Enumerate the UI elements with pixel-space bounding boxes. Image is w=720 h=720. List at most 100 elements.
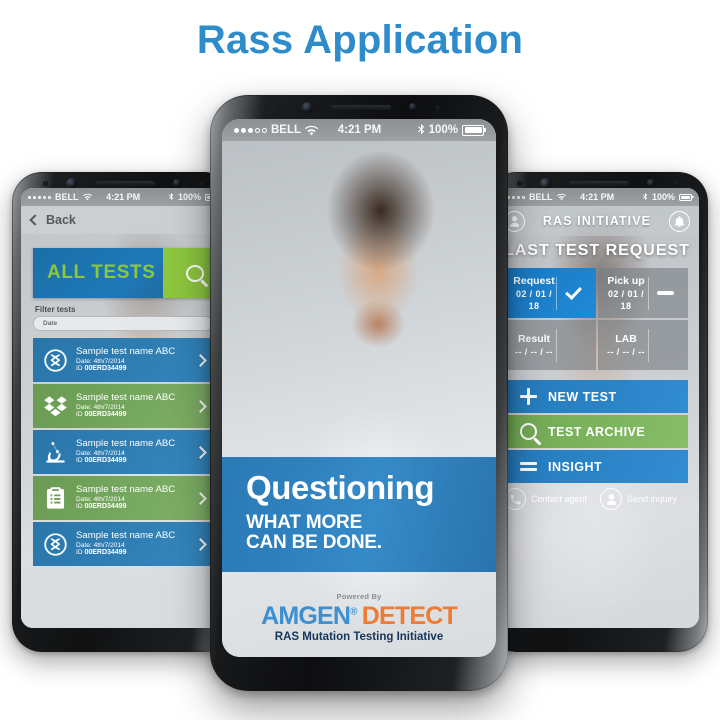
bell-icon[interactable]: [668, 210, 690, 232]
clock-label: 4:21 PM: [337, 124, 382, 136]
splash-headline-band: Questioning WHAT MORE CAN BE DONE.: [222, 457, 496, 572]
plus-icon: [514, 388, 542, 405]
last-test-grid: Request 02 / 01 / 18 Pick up 02 / 01 / 1…: [506, 268, 688, 370]
iris-scanner-icon: [646, 179, 655, 187]
clock-label: 4:21 PM: [580, 192, 615, 202]
sensor-dot-icon: [42, 180, 48, 186]
card-date: 02 / 01 / 18: [607, 288, 645, 312]
earpiece-speaker-icon: [94, 180, 155, 186]
front-camera-icon: [65, 177, 77, 189]
signal-strength-icon: [234, 127, 267, 133]
wifi-icon: [82, 193, 92, 201]
date-filter-value: Date: [43, 320, 58, 327]
test-name: Sample test name ABC: [76, 346, 176, 358]
date-filter-input[interactable]: Date: [33, 316, 213, 331]
status-card-result[interactable]: Result -- / -- / --: [506, 320, 596, 370]
card-label: Request: [513, 274, 555, 287]
status-card-pickup[interactable]: Pick up 02 / 01 / 18: [598, 268, 688, 318]
subheadline-line-2: CAN BE DONE.: [246, 532, 382, 554]
search-button[interactable]: [163, 248, 213, 298]
sensor-dot-icon: [278, 104, 284, 110]
battery-percent-label: 100%: [651, 192, 675, 202]
earpiece-speaker-icon: [330, 104, 391, 110]
list-item[interactable]: Sample test name ABC Date: 4th/7/2014 ID…: [33, 338, 213, 382]
chevron-right-icon: [194, 537, 207, 551]
list-item[interactable]: Sample test name ABC Date: 4th/7/2014 ID…: [33, 384, 213, 428]
test-name: Sample test name ABC: [76, 438, 176, 450]
menu-lines-icon: [514, 459, 542, 474]
all-tests-label: ALL TESTS: [47, 262, 156, 283]
test-name: Sample test name ABC: [76, 530, 176, 542]
test-date: Date: 4th/7/2014: [76, 357, 125, 365]
front-camera-icon: [301, 101, 313, 113]
chevron-right-icon: [194, 491, 207, 505]
card-date: 02 / 01 / 18: [515, 288, 553, 312]
insight-label: INSIGHT: [548, 459, 603, 474]
test-name: Sample test name ABC: [76, 392, 176, 404]
test-archive-button[interactable]: TEST ARCHIVE: [506, 415, 688, 448]
test-id: ID 00ERD34499: [76, 411, 127, 419]
list-item[interactable]: Sample test name ABC Date: 4th/7/2014 ID…: [33, 476, 213, 520]
all-tests-banner: ALL TESTS: [33, 248, 213, 298]
brand-tagline: RAS Mutation Testing Initiative: [274, 631, 444, 643]
back-button[interactable]: Back: [21, 206, 225, 234]
new-test-label: NEW TEST: [548, 389, 617, 404]
amgen-wordmark: AMGEN: [261, 602, 351, 630]
status-bar: BELL 4:21 PM 100%: [21, 188, 225, 206]
center-phone-screen: BELL 4:21 PM 100% Questioning WHAT MORE …: [222, 119, 496, 657]
poster-canvas: Rass Application BELL 4:21 PM 100% Back …: [0, 0, 720, 720]
test-date: Date: 4th/7/2014: [76, 495, 125, 503]
sensor-dot-icon: [516, 180, 522, 186]
test-name: Sample test name ABC: [76, 484, 176, 496]
chevron-right-icon: [194, 399, 207, 413]
card-label: LAB: [615, 332, 637, 345]
contact-agent-label: Contact agent: [531, 494, 588, 504]
status-card-lab[interactable]: LAB -- / -- / --: [598, 320, 688, 370]
bluetooth-icon: [417, 123, 424, 134]
signal-strength-icon: [28, 195, 51, 199]
app-title: RAS INITIATIVE: [542, 214, 652, 228]
battery-percent-label: 100%: [177, 192, 201, 202]
card-label: Pick up: [607, 274, 645, 287]
carrier-label: BELL: [271, 124, 302, 136]
splash-photo: [222, 119, 496, 657]
card-date: -- / -- / --: [515, 347, 553, 358]
proximity-sensor-icon: [672, 180, 678, 186]
status-card-request[interactable]: Request 02 / 01 / 18: [506, 268, 596, 318]
microscope-icon: [39, 436, 71, 468]
contact-agent-button[interactable]: Contact agent: [504, 488, 594, 510]
filter-tests-label: Filter tests: [35, 305, 76, 314]
page-title: Rass Application: [196, 18, 524, 62]
carrier-label: BELL: [55, 192, 79, 202]
earpiece-speaker-icon: [568, 180, 629, 186]
new-test-button[interactable]: NEW TEST: [506, 380, 688, 413]
test-id: ID 00ERD34499: [76, 549, 127, 557]
check-icon: [556, 276, 590, 310]
user-icon: [600, 488, 622, 510]
chevron-left-icon: [29, 214, 41, 226]
test-id: ID 00ERD34499: [76, 457, 127, 465]
search-icon: [514, 423, 542, 440]
powered-by-label: Powered By: [336, 592, 382, 601]
detect-wordmark: DETECT: [361, 602, 458, 630]
registered-mark: ®: [350, 606, 357, 618]
right-phone-mockup: BELL 4:21 PM 100% RAS INITIATIVE LAST TE…: [486, 172, 708, 652]
card-mark-empty: [556, 328, 590, 362]
chevron-right-icon: [194, 353, 207, 367]
right-phone-screen: BELL 4:21 PM 100% RAS INITIATIVE LAST TE…: [495, 188, 699, 628]
test-date: Date: 4th/7/2014: [76, 403, 125, 411]
carrier-label: BELL: [529, 192, 553, 202]
insight-button[interactable]: INSIGHT: [506, 450, 688, 483]
proximity-sensor-icon: [434, 104, 440, 110]
left-phone-mockup: BELL 4:21 PM 100% Back ALL TESTS Filter …: [12, 172, 234, 652]
proximity-sensor-icon: [198, 180, 204, 186]
list-item[interactable]: Sample test name ABC Date: 4th/7/2014 ID…: [33, 522, 213, 566]
clipboard-icon: [39, 482, 71, 514]
back-label: Back: [46, 213, 76, 227]
list-item[interactable]: Sample test name ABC Date: 4th/7/2014 ID…: [33, 430, 213, 474]
send-inquiry-button[interactable]: Send inquiry: [600, 488, 690, 510]
section-title: LAST TEST REQUEST: [504, 242, 690, 259]
phone-hardware-bar: [210, 95, 508, 119]
front-camera-icon: [539, 177, 551, 189]
iris-scanner-icon: [172, 179, 181, 187]
